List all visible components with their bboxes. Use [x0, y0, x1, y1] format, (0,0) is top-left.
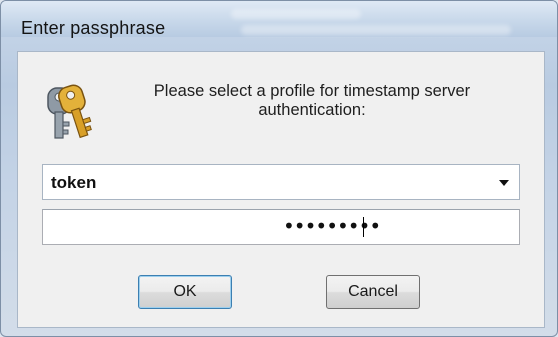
profile-select-value: token — [51, 173, 97, 192]
window-title: Enter passphrase — [21, 18, 166, 38]
dialog-body: Please select a profile for timestamp se… — [17, 51, 545, 328]
glass-highlight — [231, 9, 361, 19]
cancel-button[interactable]: Cancel — [326, 275, 420, 309]
passphrase-input[interactable]: ••••••••• — [42, 209, 520, 245]
dropdown-arrow-icon[interactable] — [493, 169, 515, 195]
glass-highlight — [241, 25, 511, 35]
text-caret — [363, 217, 364, 237]
passphrase-dialog-window: Enter passphrase Please select a profile… — [0, 0, 558, 337]
keys-icon — [47, 84, 92, 139]
prompt-message: Please select a profile for timestamp se… — [153, 82, 471, 119]
ok-button[interactable]: OK — [138, 275, 232, 309]
title-bar[interactable]: Enter passphrase — [1, 1, 557, 38]
passphrase-masked-value: ••••••••• — [283, 214, 381, 238]
profile-select[interactable]: token — [42, 164, 520, 200]
